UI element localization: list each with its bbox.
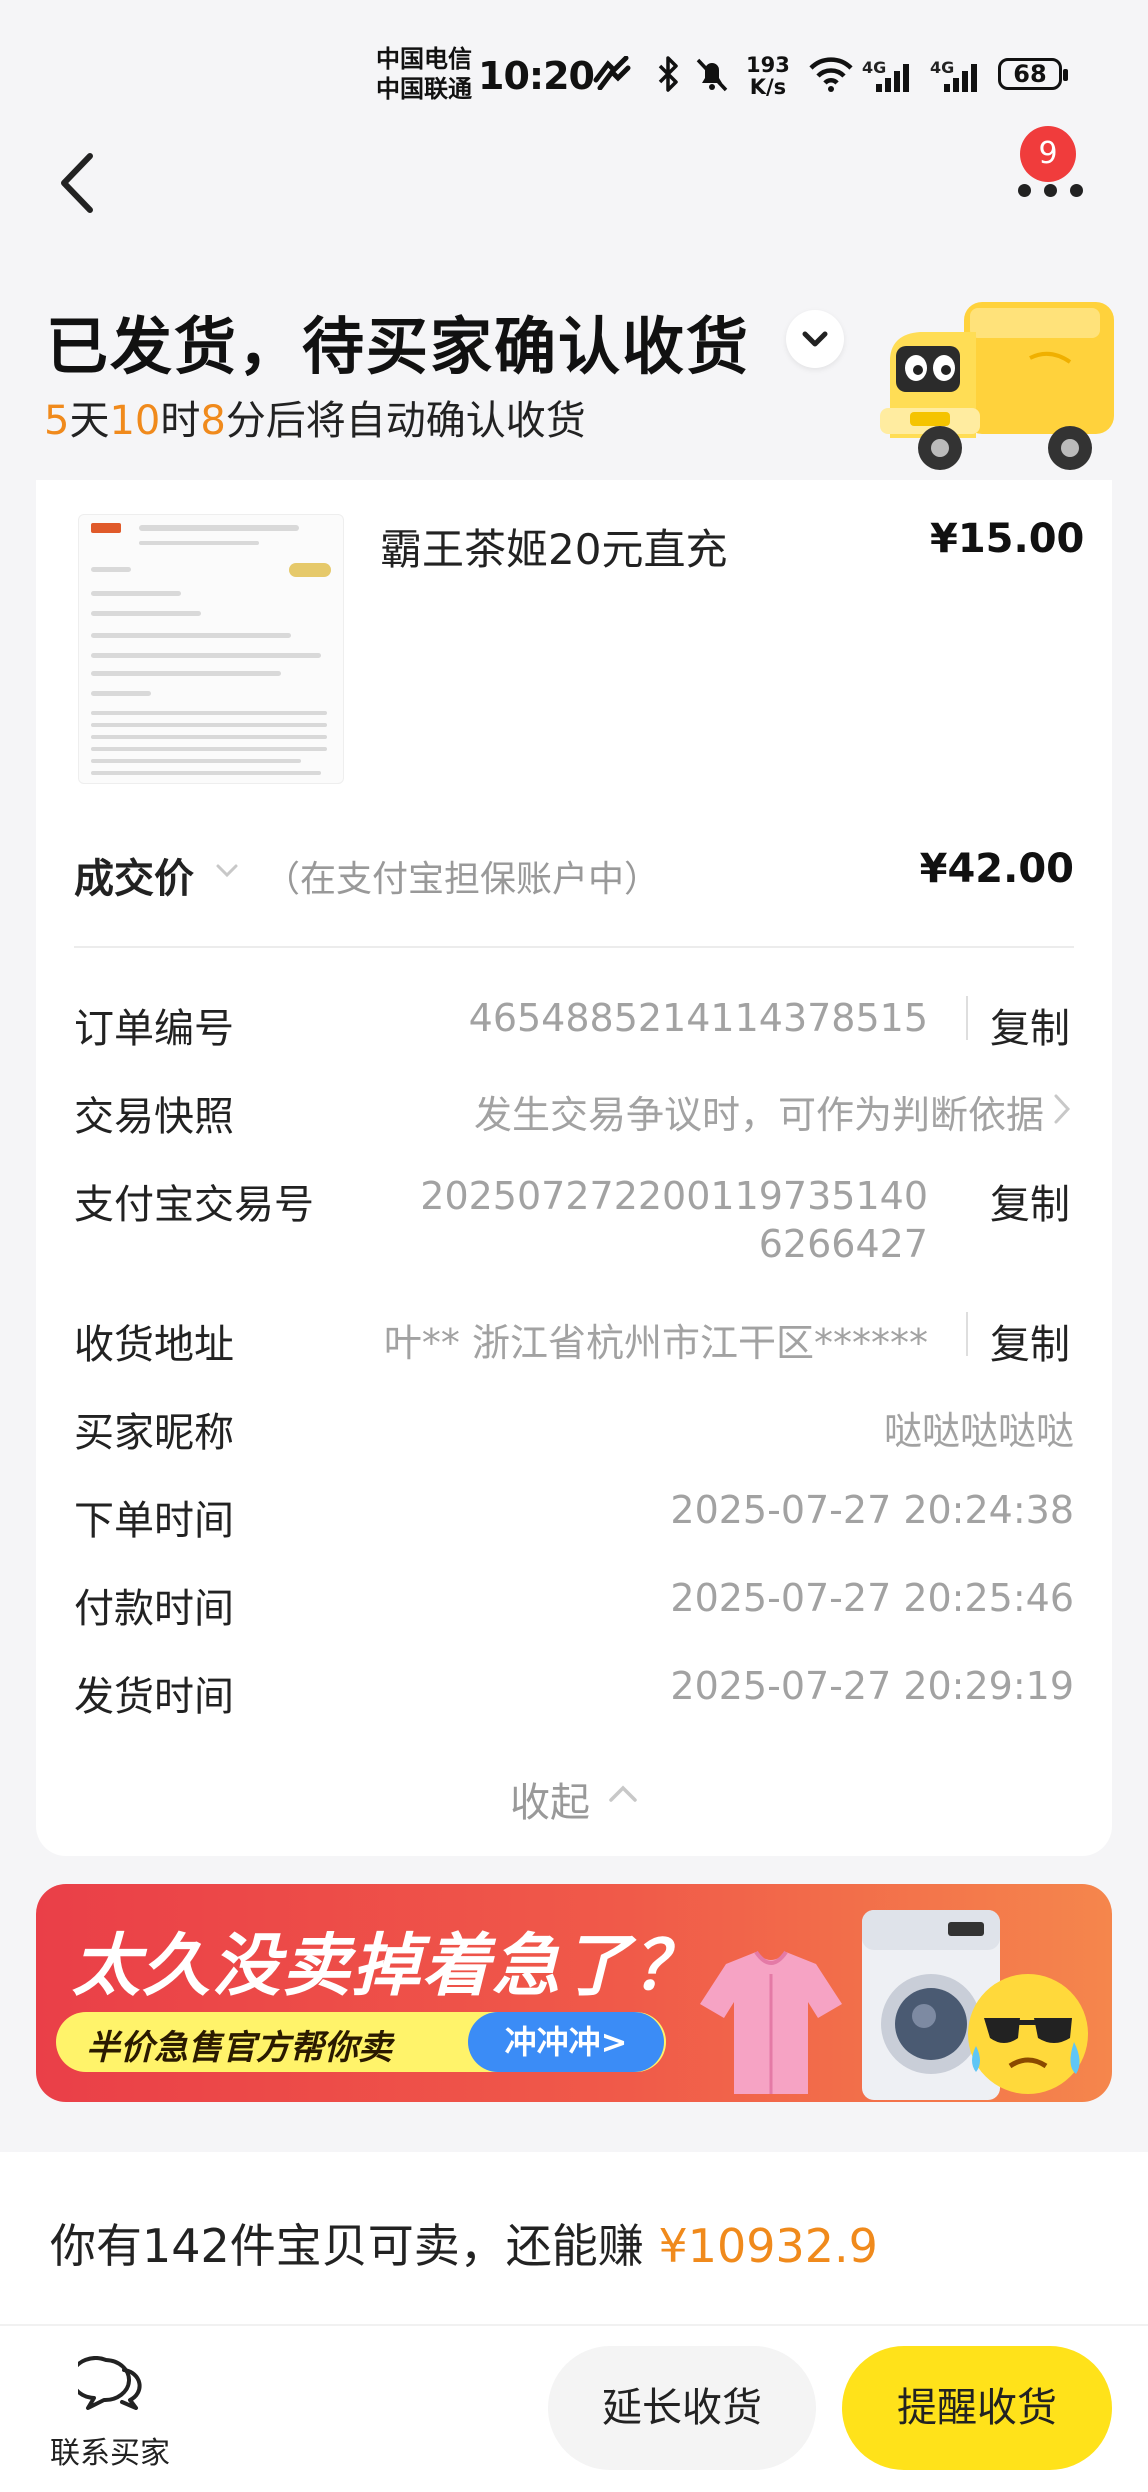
product-price: ¥15.00 [930, 516, 1085, 562]
delivery-truck-illustration [880, 288, 1120, 488]
thumb-line [91, 711, 327, 715]
order-time-label: 下单时间 [74, 1498, 234, 1544]
notification-badge: 9 [1020, 126, 1076, 182]
thumb-line [91, 653, 321, 658]
more-menu-button[interactable] [1018, 184, 1084, 198]
alipay-no-value: 20250727220011973514​0 6266427 [420, 1172, 928, 1268]
contact-buyer-label[interactable]: 联系买家 [50, 2428, 170, 2472]
bluetooth-icon [654, 56, 682, 100]
chevron-left-icon [61, 153, 93, 213]
auto-confirm-countdown: 5天10时8分后将自动确认收货 [44, 388, 586, 446]
countdown-hours-unit: 时 [160, 398, 201, 444]
thumb-line [91, 735, 327, 739]
thumb-line [91, 633, 291, 638]
copy-separator [966, 1312, 968, 1356]
remind-receipt-button[interactable]: 提醒收货 [842, 2346, 1112, 2470]
signal-bars-icon [944, 64, 977, 92]
snapshot-chevron-right-icon[interactable] [1052, 1092, 1072, 1130]
earn-prefix: 你有142件宝贝可卖，还能赚 [50, 2219, 644, 2273]
net-speed-unit: K/s [749, 75, 787, 99]
sweating-emoji-illustration [954, 1962, 1100, 2102]
quick-sell-banner[interactable]: 太久没卖掉着急了？ 半价急售官方帮你卖 冲冲冲> [36, 1884, 1112, 2102]
product-thumbnail[interactable] [78, 514, 344, 784]
dot [1070, 184, 1083, 197]
order-status-title: 已发货，待买家确认收货 [46, 310, 751, 383]
thumb-line [91, 671, 281, 676]
status-expand-button[interactable] [786, 310, 844, 368]
address-value: 叶** 浙江省杭州市江干区****** [383, 1321, 928, 1365]
back-button[interactable] [52, 148, 108, 218]
countdown-hours: 10 [109, 398, 161, 444]
thumb-line [139, 525, 299, 531]
chevron-up-icon[interactable] [606, 1782, 640, 1806]
snapshot-value[interactable]: 发生交易争议时，可作为判断依据 [474, 1084, 1044, 1139]
thumb-line [91, 691, 151, 696]
banner-cta-button[interactable]: 冲冲冲> [468, 2012, 664, 2072]
copy-alipay-no-button[interactable]: 复制 [990, 1172, 1070, 1230]
alipay-no-line-2: 6266427 [758, 1222, 928, 1266]
thumb-line [91, 747, 327, 751]
ship-time-label: 发货时间 [74, 1674, 234, 1720]
pay-time-value: 2025-07-27 20:25:46 [670, 1576, 1074, 1620]
deal-expand-toggle[interactable] [212, 856, 242, 886]
address-label: 收货地址 [74, 1322, 234, 1368]
mute-bell-icon [694, 56, 730, 100]
alipay-no-label: 支付宝交易号 [74, 1182, 314, 1228]
banner-subtitle: 半价急售官方帮你卖 [86, 2028, 392, 2068]
order-no-label: 订单编号 [74, 1006, 234, 1052]
product-name[interactable]: 霸王茶姬20元直充 [380, 516, 727, 577]
thumb-line [91, 591, 181, 596]
divider [74, 946, 1074, 948]
net-speed-value: 193 [746, 53, 790, 77]
snapshot-label: 交易快照 [74, 1094, 234, 1140]
escrow-note: （在支付宝担保账户中） [264, 859, 661, 900]
countdown-days: 5 [44, 398, 70, 444]
countdown-days-unit: 天 [69, 398, 110, 444]
deal-price: ¥42.00 [919, 846, 1074, 892]
carrier-1: 中国电信 [376, 45, 472, 73]
thumb-logo-mark [91, 523, 121, 533]
wifi-icon [808, 56, 854, 100]
thumb-line [91, 567, 131, 572]
ship-time-value: 2025-07-27 20:29:19 [670, 1664, 1074, 1708]
countdown-suffix: 分后将自动确认收货 [225, 398, 586, 444]
copy-separator [966, 996, 968, 1040]
battery-indicator: 68 [998, 58, 1068, 90]
buyer-nickname-label: 买家昵称 [74, 1410, 234, 1456]
order-time-value: 2025-07-27 20:24:38 [670, 1488, 1074, 1532]
chat-icon[interactable] [69, 2356, 144, 2414]
thumb-line [91, 723, 327, 727]
alipay-no-line-1: 20250727220011973514​0 [420, 1174, 928, 1218]
thumb-line [91, 611, 201, 616]
earn-summary[interactable]: 你有142件宝贝可卖，还能赚 ¥10932.9 [50, 2210, 878, 2276]
clock: 10:20 [478, 54, 595, 98]
dot [1018, 184, 1031, 197]
thumb-line [91, 759, 301, 763]
divider [0, 2324, 1148, 2326]
thumb-line [91, 771, 321, 775]
shirt-illustration [696, 1944, 846, 2098]
pay-time-label: 付款时间 [74, 1586, 234, 1632]
buyer-nickname-value: 哒哒哒哒哒 [883, 1409, 1074, 1453]
carrier-names: 中国电信 中国联通 [376, 44, 472, 104]
signal-bars-icon [876, 64, 909, 92]
thumb-line [139, 541, 259, 545]
countdown-minutes: 8 [200, 398, 226, 444]
copy-address-button[interactable]: 复制 [990, 1312, 1070, 1370]
deal-price-label[interactable]: 成交价 [74, 846, 194, 904]
chevron-down-icon [216, 864, 238, 878]
hd-voice-icon [592, 55, 632, 98]
extend-receipt-button[interactable]: 延长收货 [548, 2346, 816, 2470]
order-no-value: 4654885214114378515 [468, 996, 928, 1040]
collapse-details-button[interactable]: 收起 [510, 1770, 590, 1828]
copy-order-no-button[interactable]: 复制 [990, 996, 1070, 1054]
dot [1044, 184, 1057, 197]
banner-title: 太久没卖掉着急了？ [72, 1927, 703, 2006]
carrier-2: 中国联通 [376, 75, 472, 103]
thumb-tag [289, 563, 331, 577]
chevron-down-icon [802, 331, 828, 347]
net-speed: 193 K/s [746, 54, 790, 98]
earn-amount: ¥10932.9 [658, 2219, 878, 2273]
